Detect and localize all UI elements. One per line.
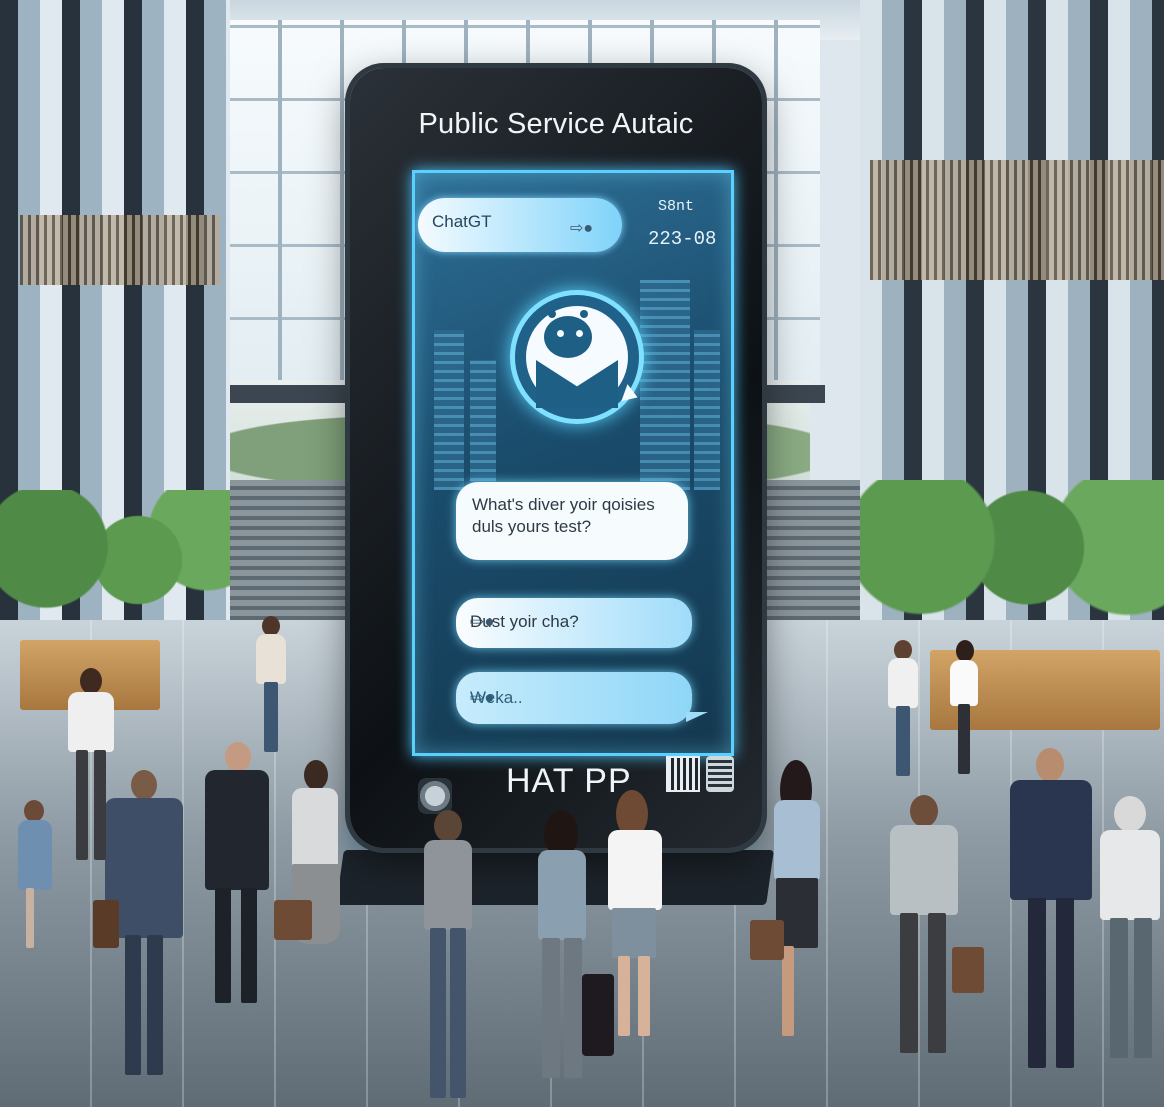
- chat-message-3[interactable]: Weka.. ⇨●: [456, 672, 692, 724]
- rolling-suitcase: [582, 974, 614, 1056]
- robot-head: [544, 316, 592, 358]
- kiosk-title: Public Service Autaic: [418, 108, 694, 140]
- right-balcony: [870, 160, 1164, 280]
- kiosk-footer-label: HAT PP: [506, 762, 632, 800]
- qr-code-icon[interactable]: [706, 756, 734, 792]
- city-tower: [434, 330, 464, 490]
- chat-action-icon[interactable]: ⇨●: [470, 612, 674, 632]
- robot-eye: [576, 330, 583, 337]
- status-text: S8nt: [658, 198, 695, 215]
- chat-action-icon[interactable]: ⇨●: [470, 688, 674, 708]
- date-text: 223-08: [648, 228, 717, 250]
- chat-message-1: What's diver yoir qoisies duls yours tes…: [456, 482, 688, 560]
- qr-code-icon[interactable]: [666, 756, 700, 792]
- city-tower: [470, 360, 496, 490]
- robot-ear: [580, 310, 588, 318]
- left-planters: [0, 490, 230, 630]
- chat-message-2[interactable]: Dust yoir cha? ⇨●: [456, 598, 692, 648]
- left-balcony: [20, 215, 220, 285]
- robot-ear: [548, 310, 556, 318]
- right-planters: [860, 480, 1164, 630]
- robot-eye: [557, 330, 564, 337]
- bubble-tail: [686, 712, 708, 722]
- chat-action-icon[interactable]: ⇨●: [570, 218, 614, 238]
- city-tower: [694, 330, 720, 490]
- city-tower: [640, 280, 690, 490]
- chat-app-label: ChatGT: [432, 212, 492, 231]
- atrium-scene: Public Service Autaic ChatGT ⇨● S8nt 223…: [0, 0, 1164, 1107]
- emblem-icon: [418, 778, 452, 814]
